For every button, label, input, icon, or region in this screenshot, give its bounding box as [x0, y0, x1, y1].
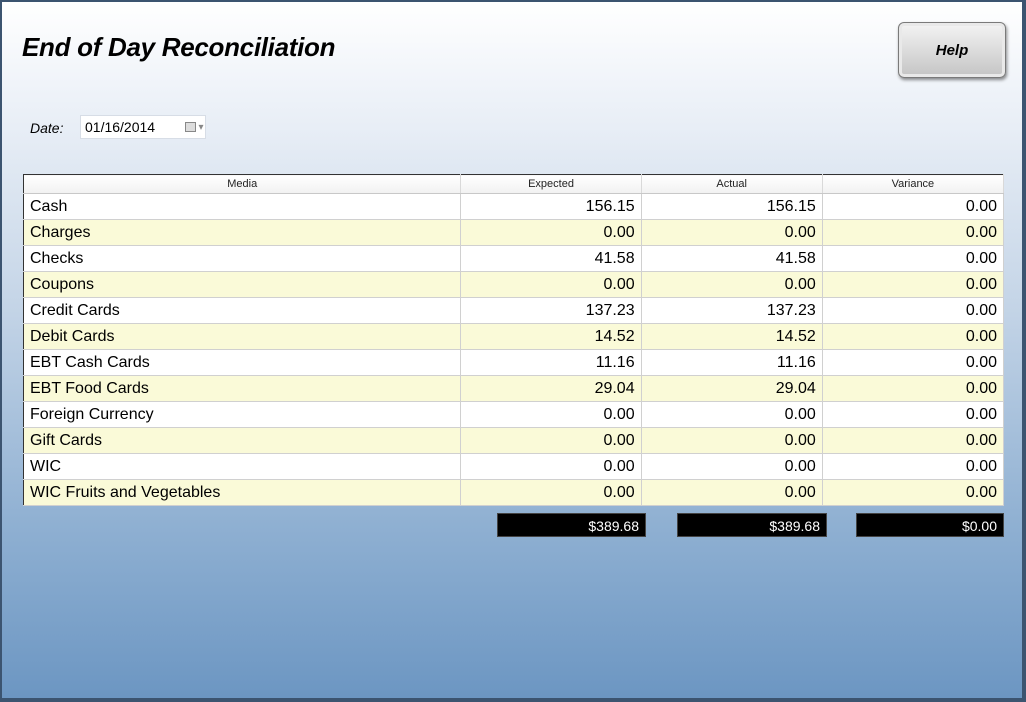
- reconciliation-table: Media Expected Actual Variance Cash 156.1…: [23, 174, 1005, 506]
- total-expected: $389.68: [497, 513, 646, 537]
- cell-actual[interactable]: 11.16: [641, 349, 823, 376]
- table-row[interactable]: Checks 41.58 41.58 0.00: [23, 245, 1005, 272]
- cell-variance[interactable]: 0.00: [822, 297, 1005, 324]
- column-header-variance[interactable]: Variance: [822, 174, 1005, 194]
- cell-expected[interactable]: 29.04: [460, 375, 642, 402]
- table-row[interactable]: Foreign Currency 0.00 0.00 0.00: [23, 401, 1005, 428]
- table-row[interactable]: Credit Cards 137.23 137.23 0.00: [23, 297, 1005, 324]
- cell-actual[interactable]: 0.00: [641, 479, 823, 506]
- cell-variance[interactable]: 0.00: [822, 453, 1005, 480]
- column-header-actual[interactable]: Actual: [641, 174, 823, 194]
- cell-media[interactable]: EBT Cash Cards: [23, 349, 462, 376]
- cell-media[interactable]: Charges: [23, 219, 462, 246]
- table-row[interactable]: EBT Cash Cards 11.16 11.16 0.00: [23, 349, 1005, 376]
- cell-media[interactable]: Checks: [23, 245, 462, 272]
- cell-actual[interactable]: 0.00: [641, 427, 823, 454]
- cell-variance[interactable]: 0.00: [822, 245, 1005, 272]
- calendar-dropdown-icon[interactable]: ▾: [183, 122, 205, 133]
- cell-expected[interactable]: 11.16: [460, 349, 642, 376]
- cell-expected[interactable]: 0.00: [460, 427, 642, 454]
- page-title: End of Day Reconciliation: [22, 32, 336, 62]
- cell-variance[interactable]: 0.00: [822, 219, 1005, 246]
- help-button[interactable]: Help: [898, 22, 1006, 78]
- cell-actual[interactable]: 0.00: [641, 219, 823, 246]
- column-header-expected[interactable]: Expected: [460, 174, 642, 194]
- cell-variance[interactable]: 0.00: [822, 427, 1005, 454]
- table-row[interactable]: Charges 0.00 0.00 0.00: [23, 219, 1005, 246]
- cell-actual[interactable]: 0.00: [641, 401, 823, 428]
- cell-actual[interactable]: 29.04: [641, 375, 823, 402]
- cell-media[interactable]: Foreign Currency: [23, 401, 462, 428]
- cell-media[interactable]: WIC Fruits and Vegetables: [23, 479, 462, 506]
- table-row[interactable]: Cash 156.15 156.15 0.00: [23, 193, 1005, 220]
- date-label: Date:: [30, 120, 64, 136]
- cell-expected[interactable]: 0.00: [460, 219, 642, 246]
- cell-expected[interactable]: 0.00: [460, 271, 642, 298]
- total-variance: $0.00: [856, 513, 1004, 537]
- cell-variance[interactable]: 0.00: [822, 271, 1005, 298]
- cell-expected[interactable]: 0.00: [460, 453, 642, 480]
- cell-variance[interactable]: 0.00: [822, 193, 1005, 220]
- cell-expected[interactable]: 156.15: [460, 193, 642, 220]
- cell-media[interactable]: Cash: [23, 193, 462, 220]
- table-row[interactable]: Debit Cards 14.52 14.52 0.00: [23, 323, 1005, 350]
- cell-variance[interactable]: 0.00: [822, 349, 1005, 376]
- cell-media[interactable]: Debit Cards: [23, 323, 462, 350]
- cell-expected[interactable]: 41.58: [460, 245, 642, 272]
- cell-variance[interactable]: 0.00: [822, 479, 1005, 506]
- table-row[interactable]: Coupons 0.00 0.00 0.00: [23, 271, 1005, 298]
- cell-media[interactable]: EBT Food Cards: [23, 375, 462, 402]
- cell-media[interactable]: Gift Cards: [23, 427, 462, 454]
- cell-actual[interactable]: 14.52: [641, 323, 823, 350]
- cell-variance[interactable]: 0.00: [822, 375, 1005, 402]
- reconciliation-window: End of Day Reconciliation Help Date: 01/…: [0, 0, 1026, 702]
- cell-expected[interactable]: 0.00: [460, 479, 642, 506]
- cell-expected[interactable]: 137.23: [460, 297, 642, 324]
- cell-variance[interactable]: 0.00: [822, 401, 1005, 428]
- cell-media[interactable]: WIC: [23, 453, 462, 480]
- cell-actual[interactable]: 0.00: [641, 271, 823, 298]
- table-row[interactable]: WIC 0.00 0.00 0.00: [23, 453, 1005, 480]
- table-header-row: Media Expected Actual Variance: [23, 174, 1005, 194]
- cell-media[interactable]: Credit Cards: [23, 297, 462, 324]
- cell-actual[interactable]: 41.58: [641, 245, 823, 272]
- table-row[interactable]: Gift Cards 0.00 0.00 0.00: [23, 427, 1005, 454]
- cell-expected[interactable]: 0.00: [460, 401, 642, 428]
- table-row[interactable]: EBT Food Cards 29.04 29.04 0.00: [23, 375, 1005, 402]
- table-row[interactable]: WIC Fruits and Vegetables 0.00 0.00 0.00: [23, 479, 1005, 506]
- cell-variance[interactable]: 0.00: [822, 323, 1005, 350]
- cell-actual[interactable]: 137.23: [641, 297, 823, 324]
- date-picker[interactable]: 01/16/2014 ▾: [80, 115, 206, 139]
- cell-expected[interactable]: 14.52: [460, 323, 642, 350]
- cell-actual[interactable]: 156.15: [641, 193, 823, 220]
- date-value[interactable]: 01/16/2014: [81, 119, 183, 135]
- column-header-media[interactable]: Media: [23, 174, 462, 194]
- total-actual: $389.68: [677, 513, 827, 537]
- cell-media[interactable]: Coupons: [23, 271, 462, 298]
- cell-actual[interactable]: 0.00: [641, 453, 823, 480]
